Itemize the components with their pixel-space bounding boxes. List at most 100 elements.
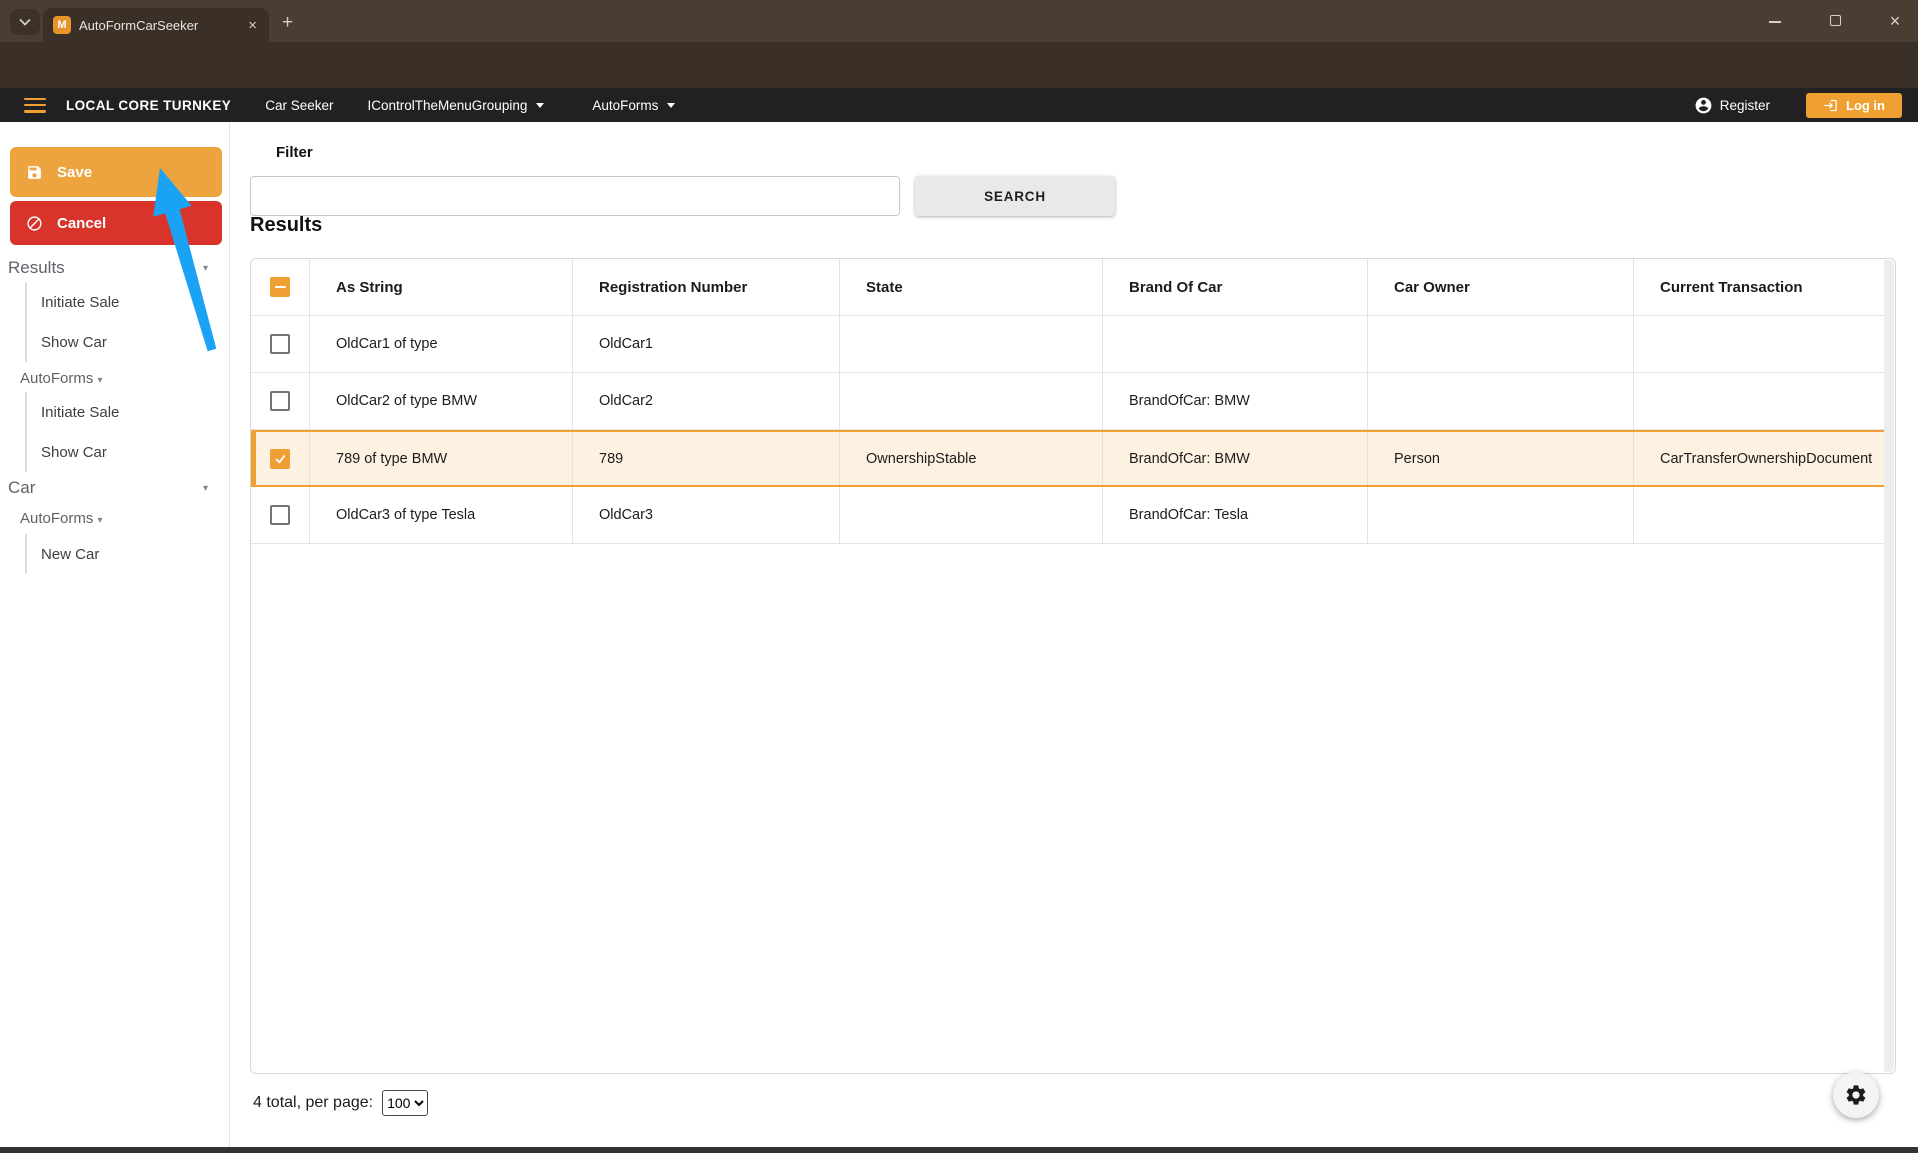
- subsection-title: AutoForms: [20, 370, 94, 387]
- column-header: State: [840, 259, 1103, 315]
- cell-as-string: 789 of type BMW: [310, 432, 573, 485]
- sidebar-item-initiate-sale[interactable]: Initiate Sale: [41, 392, 215, 432]
- cell-state: [840, 487, 1103, 543]
- sidebar-group: New Car: [25, 534, 215, 574]
- minimize-icon: [1769, 20, 1781, 23]
- login-button[interactable]: Log in: [1806, 92, 1902, 118]
- window-bottom-edge: [0, 1147, 1918, 1153]
- sidebar-item-show-car[interactable]: Show Car: [41, 432, 215, 472]
- chevron-down-icon: [536, 102, 545, 108]
- settings-fab-button[interactable]: [1833, 1072, 1879, 1118]
- favicon: M: [53, 16, 71, 34]
- browser-toolbar: localhost:8182/App#/AutoFormCarSeeker/$n…: [0, 42, 1918, 123]
- results-heading: Results: [250, 214, 323, 236]
- indeterminate-icon: [274, 285, 286, 289]
- row-checkbox-checked[interactable]: [270, 448, 290, 469]
- table-row[interactable]: OldCar2 of type BMW OldCar2 BrandOfCar: …: [251, 373, 1884, 430]
- sidebar-subsection-autoforms[interactable]: AutoForms ▾: [20, 510, 103, 527]
- register-label: Register: [1719, 97, 1770, 113]
- ban-icon: [27, 215, 42, 231]
- nav-item-label: AutoForms: [592, 97, 659, 113]
- cell-car-owner: Person: [1368, 432, 1634, 485]
- section-title: Car: [8, 478, 36, 497]
- maximize-icon: [1829, 14, 1841, 26]
- cell-brand-of-car: [1103, 316, 1368, 372]
- table-row-selected[interactable]: 789 of type BMW 789 OwnershipStable Bran…: [251, 430, 1884, 487]
- nav-item-car-seeker[interactable]: Car Seeker: [265, 98, 333, 113]
- cell-current-transaction: [1634, 373, 1884, 429]
- sidebar-item-initiate-sale[interactable]: Initiate Sale: [41, 282, 215, 322]
- cell-state: OwnershipStable: [840, 432, 1103, 485]
- cell-car-owner: [1368, 316, 1634, 372]
- new-tab-button[interactable]: +: [282, 12, 293, 34]
- column-header: Current Transaction: [1660, 278, 1803, 296]
- row-checkbox-cell: [251, 432, 310, 485]
- sidebar-group: Initiate Sale Show Car: [25, 392, 215, 472]
- window-maximize-button[interactable]: [1820, 13, 1850, 30]
- nav-item-icontrolthemenugrouping[interactable]: IControlTheMenuGrouping: [368, 98, 545, 113]
- sidebar: Save Cancel Results ▾ Initiate Sale Show…: [0, 122, 230, 1147]
- table-scrollbar[interactable]: [1884, 260, 1894, 1072]
- selection-bar: [251, 432, 256, 485]
- row-checkbox-cell: [251, 316, 310, 372]
- sidebar-item-new-car[interactable]: New Car: [41, 534, 215, 574]
- row-checkbox[interactable]: [270, 391, 290, 411]
- chevron-down-icon: ▾: [97, 515, 103, 526]
- row-checkbox-cell: [251, 487, 310, 543]
- chevron-down-icon: ▾: [97, 375, 103, 386]
- login-icon: [1824, 99, 1837, 111]
- tab-close-icon[interactable]: ×: [246, 17, 259, 34]
- sidebar-item-show-car[interactable]: Show Car: [41, 322, 215, 362]
- header-checkbox-cell: [251, 259, 310, 315]
- window-close-button[interactable]: ×: [1880, 11, 1910, 32]
- table-header-row: As String Registration Number State Bran…: [251, 259, 1884, 316]
- table-row[interactable]: OldCar3 of type Tesla OldCar3 BrandOfCar…: [251, 487, 1884, 544]
- cell-registration-number: OldCar1: [573, 316, 840, 372]
- table-footer: 4 total, per page: 100: [253, 1090, 429, 1116]
- check-icon: [275, 454, 286, 464]
- cell-current-transaction: [1634, 316, 1884, 372]
- cancel-button[interactable]: Cancel: [10, 201, 222, 245]
- section-title: Results: [8, 258, 65, 277]
- per-page-select[interactable]: 100: [382, 1090, 429, 1116]
- nav-item-label: Car Seeker: [265, 97, 334, 113]
- table-row[interactable]: OldCar1 of type OldCar1: [251, 316, 1884, 373]
- nav-item-autoforms[interactable]: AutoForms: [592, 97, 676, 113]
- navbar-brand[interactable]: LOCAL CORE TURNKEY: [66, 98, 231, 113]
- cell-as-string: OldCar1 of type: [310, 316, 573, 372]
- save-button[interactable]: Save: [10, 147, 222, 197]
- window-minimize-button[interactable]: [1760, 13, 1790, 30]
- sidebar-section-results[interactable]: Results ▾: [8, 258, 218, 278]
- select-all-checkbox[interactable]: [270, 277, 290, 297]
- chevron-down-icon: ▾: [202, 262, 208, 274]
- filter-input[interactable]: [250, 176, 900, 216]
- register-button[interactable]: Register: [1694, 96, 1770, 115]
- results-table: As String Registration Number State Bran…: [250, 258, 1896, 1074]
- cell-registration-number: OldCar2: [573, 373, 840, 429]
- sidebar-subsection-autoforms[interactable]: AutoForms ▾: [20, 370, 103, 387]
- cell-as-string: OldCar3 of type Tesla: [310, 487, 573, 543]
- tab-search-button[interactable]: [10, 9, 40, 35]
- filter-label: Filter: [276, 144, 313, 161]
- search-button[interactable]: SEARCH: [915, 176, 1115, 216]
- cell-registration-number: OldCar3: [573, 487, 840, 543]
- column-header: Car Owner: [1368, 259, 1634, 315]
- person-icon: [1695, 97, 1712, 113]
- hamburger-menu-icon[interactable]: [24, 97, 46, 113]
- browser-tab-strip: M AutoFormCarSeeker × + ×: [0, 0, 1918, 42]
- cell-state: [840, 316, 1103, 372]
- gear-icon: [1846, 1085, 1866, 1105]
- cell-registration-number: 789: [573, 432, 840, 485]
- cancel-label: Cancel: [57, 214, 107, 232]
- window-controls: ×: [1760, 0, 1910, 42]
- row-checkbox[interactable]: [270, 334, 290, 354]
- cell-as-string: OldCar2 of type BMW: [310, 373, 573, 429]
- row-checkbox[interactable]: [270, 505, 290, 525]
- main-content: Filter SEARCH Results As String Registra…: [230, 122, 1918, 1147]
- app-navbar: LOCAL CORE TURNKEY Car Seeker IControlTh…: [0, 88, 1918, 122]
- column-header: Brand Of Car: [1103, 259, 1368, 315]
- sidebar-group: Initiate Sale Show Car: [25, 282, 215, 362]
- save-label: Save: [57, 163, 93, 181]
- sidebar-section-car[interactable]: Car ▾: [8, 478, 218, 498]
- browser-tab[interactable]: M AutoFormCarSeeker ×: [43, 8, 269, 42]
